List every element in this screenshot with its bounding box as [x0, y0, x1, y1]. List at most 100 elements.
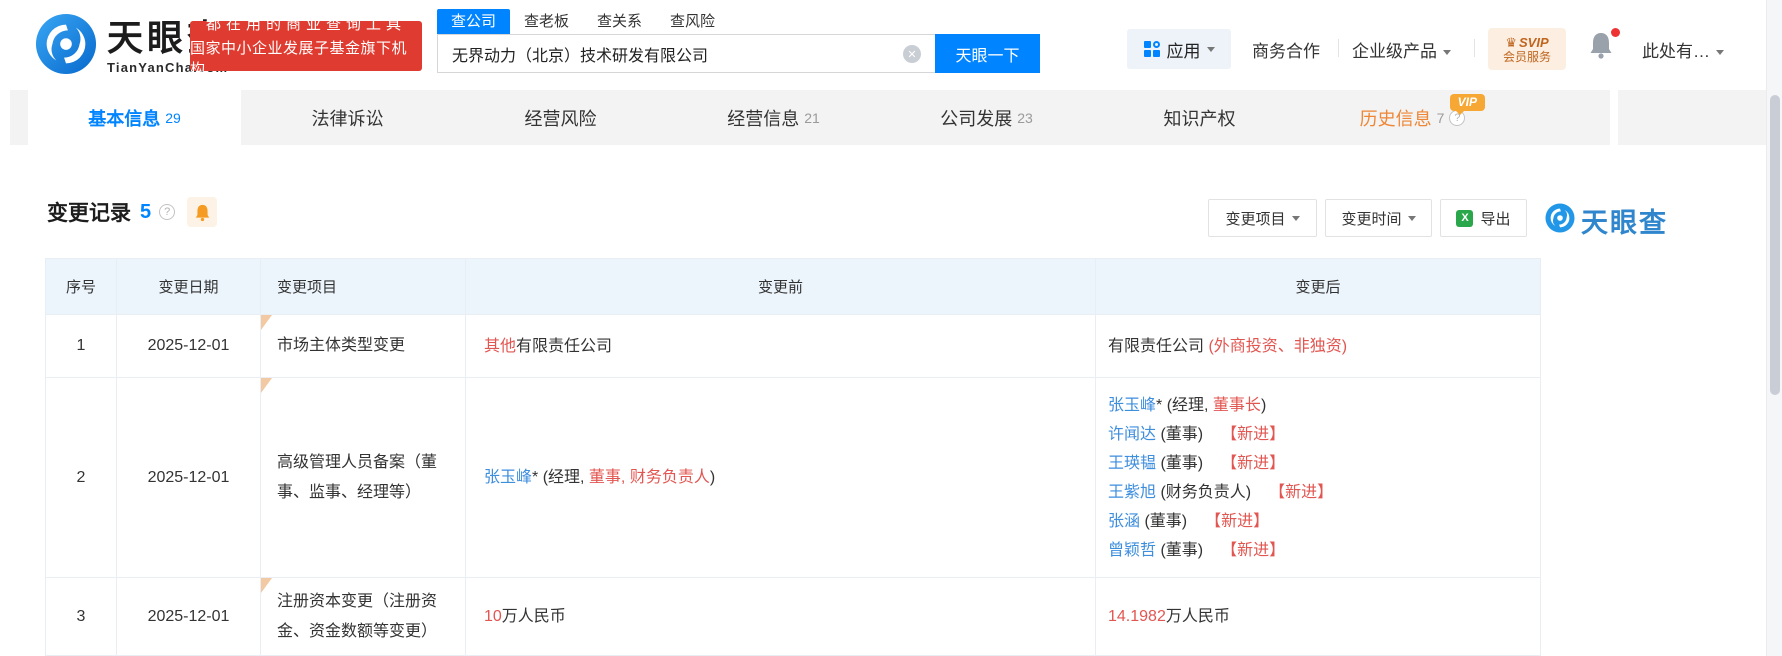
tab-label: 公司发展 — [940, 105, 1012, 131]
search-tabs: 查公司查老板查关系查风险 — [437, 9, 729, 34]
text-segment: 14.1982 — [1108, 608, 1166, 625]
text-segment: 有限责任公司 — [516, 338, 612, 355]
tab-operation-risk[interactable]: 经营风险 — [454, 90, 667, 145]
change-detail-line: 其他有限责任公司 — [484, 332, 1081, 361]
cell-change-date: 2025-12-01 — [117, 315, 261, 378]
help-icon[interactable]: ? — [159, 204, 175, 220]
cell-before: 10万人民币 — [466, 578, 1096, 656]
tab-count: 21 — [804, 110, 820, 126]
column-header: 变更前 — [466, 259, 1096, 315]
tab-label: 经营信息 — [727, 105, 799, 131]
tab-company-dev[interactable]: 公司发展 23 — [880, 90, 1093, 145]
tianyancha-watermark: 天眼查 — [1545, 201, 1668, 240]
divider — [1474, 39, 1475, 57]
clear-search-icon[interactable]: ✕ — [903, 45, 921, 63]
tab-label: 经营风险 — [525, 105, 597, 131]
cell-change-item: 注册资本变更（注册资金、资金数额等变更） — [261, 578, 466, 656]
cell-change-item: 市场主体类型变更 — [261, 315, 466, 378]
change-detail-line: 张玉峰* (经理, 董事, 财务负责人) — [484, 463, 1081, 492]
tab-history[interactable]: 历史信息7?VIP — [1306, 90, 1519, 145]
chevron-down-icon — [1716, 50, 1724, 55]
person-link[interactable]: 曾颖哲 — [1108, 542, 1156, 559]
tab-legal[interactable]: 法律诉讼 — [241, 90, 454, 145]
table-header-row: 序号变更日期变更项目变更前变更后 — [46, 259, 1541, 315]
text-segment: 万人民币 — [502, 608, 566, 625]
cell-before: 其他有限责任公司 — [466, 315, 1096, 378]
person-link[interactable]: 王紫旭 — [1108, 484, 1156, 501]
nav-business-cooperation[interactable]: 商务合作 — [1252, 37, 1320, 62]
search-button[interactable]: 天眼一下 — [935, 34, 1040, 73]
change-records-table: 序号变更日期变更项目变更前变更后 12025-12-01市场主体类型变更其他有限… — [45, 258, 1541, 656]
cell-index: 3 — [46, 578, 117, 656]
text-segment: * (经理, — [532, 469, 589, 486]
column-header: 变更日期 — [117, 259, 261, 315]
text-segment: (财务负责人) — [1156, 484, 1251, 501]
person-link[interactable]: 张涵 — [1108, 513, 1140, 530]
change-detail-line: 张玉峰* (经理, 董事长) — [1108, 391, 1526, 420]
new-entry-tag: 【新进】 — [1205, 513, 1269, 530]
excel-icon — [1456, 210, 1473, 227]
search-tab-risk[interactable]: 查风险 — [656, 9, 729, 34]
cell-after: 有限责任公司 (外商投资、非独资) — [1096, 315, 1541, 378]
person-link[interactable]: 张玉峰 — [484, 469, 532, 486]
new-entry-tag: 【新进】 — [1269, 484, 1333, 501]
nav-more-account[interactable]: 此处有… — [1642, 37, 1724, 62]
column-header: 变更后 — [1096, 259, 1541, 315]
tab-label: 基本信息 — [88, 105, 160, 131]
tab-bar-tail — [1618, 90, 1766, 145]
cell-index: 1 — [46, 315, 117, 378]
search-input[interactable] — [437, 34, 935, 73]
new-entry-tag: 【新进】 — [1221, 542, 1285, 559]
svip-membership-button[interactable]: ♛SVIP 会员服务 — [1488, 28, 1566, 70]
text-segment: (外商投资、非独资) — [1208, 338, 1347, 355]
search-tab-company[interactable]: 查公司 — [437, 9, 510, 34]
tab-ip[interactable]: 知识产权 — [1093, 90, 1306, 145]
apps-menu[interactable]: 应用 — [1127, 29, 1231, 69]
vertical-scrollbar[interactable] — [1766, 0, 1782, 656]
export-button[interactable]: 导出 — [1440, 199, 1527, 237]
text-segment: (董事) — [1156, 426, 1203, 443]
cell-change-date: 2025-12-01 — [117, 378, 261, 578]
new-entry-tag: 【新进】 — [1221, 426, 1285, 443]
crown-icon: ♛ — [1505, 35, 1517, 50]
filter-change-time-dropdown[interactable]: 变更时间 — [1325, 199, 1432, 237]
cell-change-date: 2025-12-01 — [117, 578, 261, 656]
column-header: 变更项目 — [261, 259, 466, 315]
search-tab-boss[interactable]: 查老板 — [510, 9, 583, 34]
text-segment: 有限责任公司 — [1108, 338, 1208, 355]
vip-badge: VIP — [1450, 94, 1485, 111]
text-segment: 董事长 — [1213, 397, 1261, 414]
tab-operation-info[interactable]: 经营信息 21 — [667, 90, 880, 145]
text-segment: * (经理, — [1156, 397, 1213, 414]
scrollbar-thumb[interactable] — [1770, 95, 1780, 395]
table-row: 32025-12-01注册资本变更（注册资金、资金数额等变更）10万人民币 14.… — [46, 578, 1541, 656]
search-tab-relation[interactable]: 查关系 — [583, 9, 656, 34]
promo-line1: 都在用的商业查询工具 — [206, 13, 406, 34]
person-link[interactable]: 许闻达 — [1108, 426, 1156, 443]
cell-index: 2 — [46, 378, 117, 578]
chevron-down-icon — [1207, 47, 1215, 52]
cell-change-item: 高级管理人员备案（董事、监事、经理等） — [261, 378, 466, 578]
text-segment: ) — [1261, 397, 1266, 414]
chevron-down-icon — [1292, 216, 1300, 221]
person-link[interactable]: 张玉峰 — [1108, 397, 1156, 414]
divider — [1338, 39, 1339, 57]
tab-count: 23 — [1017, 110, 1033, 126]
text-segment: (董事) — [1156, 542, 1203, 559]
text-segment: 万人民币 — [1166, 608, 1230, 625]
notification-bell-icon[interactable] — [1588, 30, 1618, 64]
tab-label: 知识产权 — [1164, 105, 1236, 131]
notification-dot — [1611, 28, 1620, 37]
person-link[interactable]: 王瑛韫 — [1108, 455, 1156, 472]
change-detail-line: 有限责任公司 (外商投资、非独资) — [1108, 332, 1526, 361]
tab-label: 历史信息 — [1360, 105, 1432, 131]
tab-basic-info[interactable]: 基本信息29 — [28, 90, 241, 145]
filter-change-item-dropdown[interactable]: 变更项目 — [1208, 199, 1317, 237]
nav-enterprise-products[interactable]: 企业级产品 — [1352, 37, 1451, 62]
change-detail-line: 王瑛韫 (董事)【新进】 — [1108, 449, 1526, 478]
table-row: 22025-12-01高级管理人员备案（董事、监事、经理等） 张玉峰* (经理, … — [46, 378, 1541, 578]
tab-label: 法律诉讼 — [312, 105, 384, 131]
search-bar: ✕ 天眼一下 — [437, 34, 1040, 73]
change-detail-line: 张涵 (董事)【新进】 — [1108, 507, 1526, 536]
subscribe-bell-button[interactable] — [187, 197, 217, 227]
